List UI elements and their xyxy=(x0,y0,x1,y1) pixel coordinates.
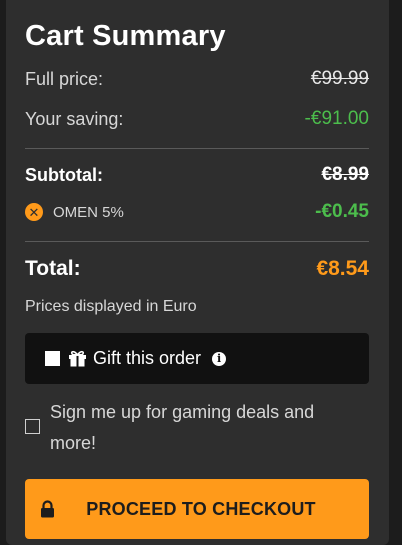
currency-note: Prices displayed in Euro xyxy=(25,298,197,315)
coupon-row: ✕ OMEN 5% -€0.45 xyxy=(25,201,369,223)
cart-summary-panel: Cart Summary Full price: €99.99 Your sav… xyxy=(6,0,389,545)
proceed-to-checkout-button[interactable]: PROCEED TO CHECKOUT xyxy=(25,479,369,539)
divider xyxy=(25,148,369,149)
remove-coupon-icon[interactable]: ✕ xyxy=(25,203,43,221)
divider xyxy=(25,241,369,242)
newsletter-checkbox[interactable] xyxy=(25,419,40,434)
newsletter-label[interactable]: Sign me up for gaming deals and more! xyxy=(50,397,350,459)
full-price-label: Full price: xyxy=(25,68,104,89)
saving-value: -€91.00 xyxy=(304,108,369,129)
saving-row: Your saving: -€91.00 xyxy=(25,108,369,130)
lock-icon xyxy=(40,500,55,523)
subtotal-label: Subtotal: xyxy=(25,164,103,185)
gift-label: Gift this order xyxy=(93,348,202,368)
coupon-info: ✕ OMEN 5% xyxy=(25,203,124,221)
gift-order-toggle[interactable]: Gift this order i xyxy=(25,333,369,384)
newsletter-signup: Sign me up for gaming deals and more! xyxy=(25,397,369,459)
gift-checkbox[interactable] xyxy=(45,351,60,366)
subtotal-row: Subtotal: €8.99 xyxy=(25,164,369,186)
cart-summary-title: Cart Summary xyxy=(25,20,226,52)
total-value: €8.54 xyxy=(316,257,369,280)
info-icon[interactable]: i xyxy=(212,351,227,366)
subtotal-value: €8.99 xyxy=(321,164,369,185)
total-label: Total: xyxy=(25,257,81,280)
full-price-row: Full price: €99.99 xyxy=(25,68,369,90)
total-row: Total: €8.54 xyxy=(25,257,369,281)
full-price-value: €99.99 xyxy=(310,68,369,89)
coupon-label: OMEN 5% xyxy=(53,203,124,221)
gift-icon xyxy=(68,350,87,367)
coupon-discount-value: -€0.45 xyxy=(315,201,369,222)
checkout-label: PROCEED TO CHECKOUT xyxy=(86,498,316,519)
saving-label: Your saving: xyxy=(25,108,124,129)
